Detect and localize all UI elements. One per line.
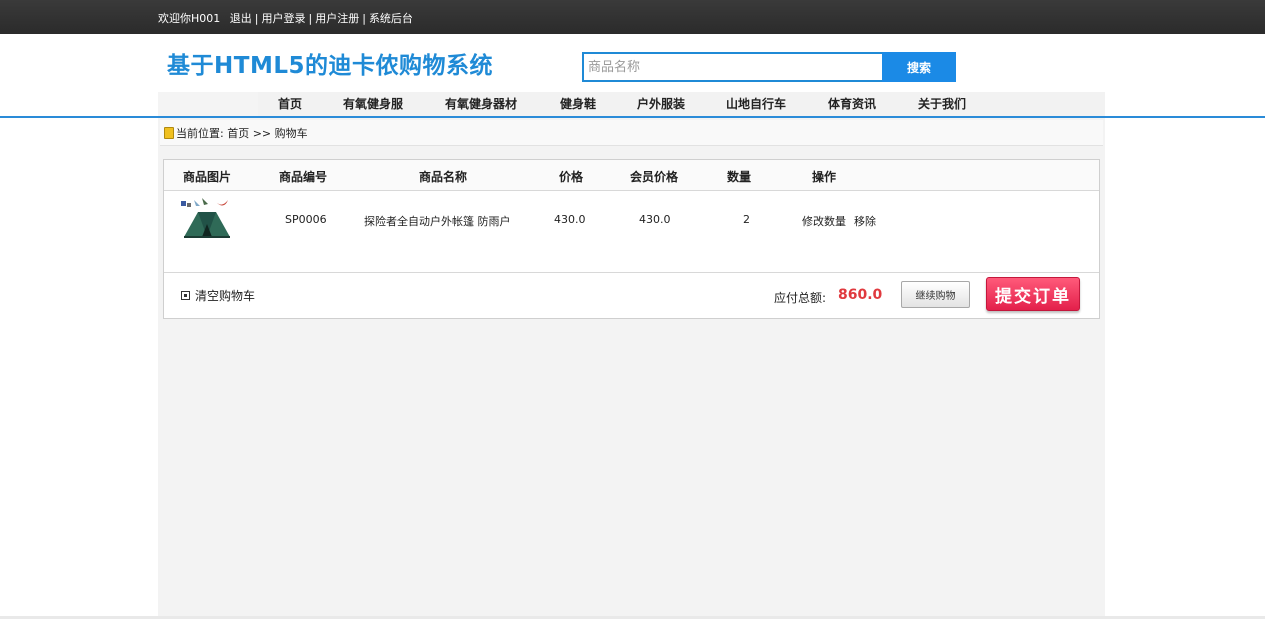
product-quantity: 2 <box>743 213 750 226</box>
separator: | <box>308 12 313 25</box>
nav-item-aerobic-clothing[interactable]: 有氧健身服 <box>343 95 403 112</box>
nav-item-sports-news[interactable]: 体育资讯 <box>828 95 876 112</box>
column-header-member-price: 会员价格 <box>630 170 679 184</box>
row-divider <box>164 272 1099 273</box>
search-button[interactable]: 搜索 <box>882 52 956 82</box>
product-member-price: 430.0 <box>639 213 671 226</box>
remove-item-link[interactable]: 移除 <box>854 213 876 229</box>
tent-product-image[interactable] <box>180 196 232 242</box>
cart-table: 商品图片 商品编号 商品名称 价格 会员价格 数量 操作 SP0006 探险者全… <box>163 159 1100 319</box>
breadcrumb-prefix: 当前位置: <box>176 127 224 140</box>
column-header-name: 商品名称 <box>419 170 468 184</box>
nav-item-aerobic-equipment[interactable]: 有氧健身器材 <box>445 95 517 112</box>
total-amount: 860.0 <box>838 287 883 303</box>
breadcrumb-current: 购物车 <box>274 127 308 140</box>
admin-link[interactable]: 系统后台 <box>369 12 413 25</box>
clear-cart-link[interactable]: 清空购物车 <box>181 287 255 304</box>
login-link[interactable]: 用户登录 <box>262 12 306 25</box>
cart-header: 商品图片 商品编号 商品名称 价格 会员价格 数量 操作 <box>164 160 1099 191</box>
register-link[interactable]: 用户注册 <box>315 12 359 25</box>
breadcrumb-home[interactable]: 首页 <box>227 127 249 140</box>
search-input[interactable] <box>582 52 890 82</box>
logout-link[interactable]: 退出 <box>230 12 252 25</box>
main-nav: 首页 有氧健身服 有氧健身器材 健身鞋 户外服装 山地自行车 体育资讯 关于我们 <box>158 92 1105 116</box>
continue-shopping-button[interactable]: 继续购物 <box>901 281 970 308</box>
column-header-image: 商品图片 <box>183 170 232 184</box>
submit-order-button[interactable]: 提交订单 <box>986 277 1080 311</box>
breadcrumb-arrow: >> <box>252 127 272 140</box>
product-name[interactable]: 探险者全自动户外帐篷 防雨户 <box>364 213 511 229</box>
clear-icon <box>181 291 190 300</box>
product-price: 430.0 <box>554 213 586 226</box>
breadcrumb: 当前位置: 首页 >> 购物车 <box>160 120 1103 146</box>
edit-quantity-link[interactable]: 修改数量 <box>802 213 846 229</box>
top-bar: 欢迎你H001 退出 | 用户登录 | 用户注册 | 系统后台 <box>0 0 1265 34</box>
nav-item-home[interactable]: 首页 <box>278 95 302 112</box>
site-title[interactable]: 基于HTML5的迪卡侬购物系统 <box>167 46 493 80</box>
product-code: SP0006 <box>285 213 327 226</box>
separator: | <box>362 12 366 25</box>
column-header-price: 价格 <box>559 170 584 184</box>
nav-item-fitness-shoes[interactable]: 健身鞋 <box>560 95 596 112</box>
top-links: 欢迎你H001 退出 | 用户登录 | 用户注册 | 系统后台 <box>158 10 413 26</box>
column-header-code: 商品编号 <box>279 170 328 184</box>
breadcrumb-text: 当前位置: 首页 >> 购物车 <box>176 125 308 141</box>
column-header-quantity: 数量 <box>727 170 752 184</box>
location-icon <box>164 127 174 139</box>
nav-item-mountain-bike[interactable]: 山地自行车 <box>726 95 786 112</box>
separator: | <box>254 12 259 25</box>
column-header-actions: 操作 <box>812 170 837 184</box>
welcome-text: 欢迎你H001 <box>158 12 221 25</box>
nav-item-about-us[interactable]: 关于我们 <box>918 95 966 112</box>
nav-item-outdoor-clothing[interactable]: 户外服装 <box>637 95 685 112</box>
total-label: 应付总额: <box>774 291 827 305</box>
clear-cart-label: 清空购物车 <box>195 289 256 303</box>
